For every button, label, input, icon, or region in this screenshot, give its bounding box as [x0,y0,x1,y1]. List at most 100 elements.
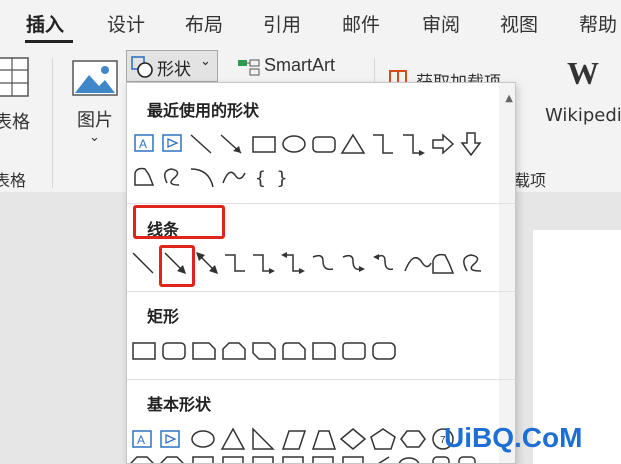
recent-shapes-row-1: A [134,132,482,157]
tab-review[interactable]: 审阅 [422,10,460,37]
rounded-rectangle-shape[interactable] [312,136,336,153]
frame-shape[interactable] [192,456,214,464]
wikipedia-icon: W [567,55,599,91]
svg-text:A: A [139,137,147,151]
line-double-arrow-shape[interactable] [196,252,218,274]
shapes-button[interactable]: 形状 ⌄ [126,50,218,82]
tab-insert[interactable]: 插入 [26,10,64,37]
chevron-down-icon: ⌄ [200,54,211,69]
active-tab-indicator [25,40,73,43]
right-arrow-shape[interactable] [432,133,455,155]
scroll-up-arrow-icon[interactable]: ▲ [505,93,513,104]
round-single-corner-rectangle-shape[interactable] [312,342,336,360]
round-diagonal-rectangle-shape[interactable] [372,342,396,360]
tab-references[interactable]: 引用 [263,10,301,37]
svg-text:A: A [137,433,145,447]
scribble-shape[interactable] [463,254,482,272]
braces-shape[interactable]: { } [255,168,288,189]
shapes-dropdown: ▲ 最近使用的形状 A { } 线条 矩形 基本形状 A 7 [126,82,516,464]
pentagon-shape[interactable] [370,428,396,450]
half-frame-shape[interactable] [222,456,244,464]
table-button-label[interactable]: 表格 [0,108,30,134]
elbow-arrow-connector-shape[interactable] [253,254,275,274]
ribbon-tab-bar: 插入 设计 布局 引用 邮件 审阅 视图 帮助 [0,0,621,46]
curved-double-arrow-connector-shape[interactable] [373,254,394,271]
snip-and-round-rectangle-shape[interactable] [282,342,306,360]
right-triangle-shape[interactable] [252,427,275,450]
elbow-arrow-connector-shape[interactable] [403,134,425,156]
curved-arrow-connector-shape[interactable] [342,254,365,272]
elbow-double-arrow-connector-shape[interactable] [281,252,305,274]
text-box-shape[interactable]: A [134,134,154,152]
snip-single-corner-rectangle-shape[interactable] [192,342,216,360]
vertical-text-box-shape[interactable] [162,134,182,152]
parallelogram-shape[interactable] [281,430,307,450]
decagon-shape[interactable] [160,456,184,464]
section-divider [127,291,515,292]
l-shape[interactable] [252,456,274,464]
diamond-shape[interactable] [339,428,367,450]
curve-shape[interactable] [404,256,432,272]
highlight-box-lines-title [133,205,225,239]
cube-shape[interactable] [312,456,334,464]
section-title-recent: 最近使用的形状 [147,101,260,120]
hexagon-shape[interactable] [400,430,426,448]
basic-shapes-row-1: A 7 [132,427,454,450]
diagonal-stripe-shape[interactable] [373,456,390,464]
line-shape[interactable] [132,252,154,274]
freeform-shape[interactable] [432,253,455,274]
chevron-down-icon[interactable]: ⌄ [89,130,100,145]
vertical-text-box-shape[interactable] [160,430,180,448]
site-watermark: UiBQ.CoM [444,422,583,453]
table-icon[interactable] [0,56,30,100]
can-shape[interactable] [432,456,450,464]
group-divider [52,58,53,188]
highlight-box-arrow-line [159,245,195,287]
oval-shape[interactable] [282,135,306,153]
tab-layout[interactable]: 布局 [185,10,223,37]
recent-shapes-row-2: { } [134,167,288,189]
section-title-rectangles: 矩形 [147,307,180,326]
rectangle-shape[interactable] [132,342,156,360]
basic-shapes-row-2 [130,456,476,464]
snip-diagonal-corner-rectangle-shape[interactable] [252,342,276,360]
line-shape[interactable] [190,134,212,154]
smartart-icon [238,59,260,76]
down-arrow-shape[interactable] [460,132,482,157]
plaque-shape[interactable] [282,456,304,464]
round-same-side-rectangle-shape[interactable] [342,342,366,360]
rectangles-row [132,342,396,360]
smiley-shape[interactable] [458,456,476,464]
picture-icon[interactable] [72,60,118,96]
arrow-line-shape[interactable] [220,134,242,154]
tab-help[interactable]: 帮助 [579,10,617,37]
dropdown-scrollbar[interactable]: ▲ [499,83,515,463]
section-title-basic-shapes: 基本形状 [147,395,212,414]
octagon-shape[interactable] [130,456,154,464]
tab-mailings[interactable]: 邮件 [342,10,380,37]
freeform-shape[interactable] [134,167,155,186]
table-group-label: 表格 [0,171,27,190]
trapezoid-shape[interactable] [311,430,337,450]
bevel-shape[interactable] [342,456,364,464]
oval-shape[interactable] [191,430,215,448]
picture-button-label[interactable]: 图片 [77,106,113,132]
arc-shape[interactable] [190,168,214,188]
wikipedia-button[interactable]: Wikipedia [545,105,621,126]
curve-shape[interactable] [222,171,246,184]
shapes-button-label: 形状 [157,60,191,80]
curved-connector-shape[interactable] [312,254,334,271]
donut-shape[interactable] [398,457,420,464]
elbow-connector-shape[interactable] [225,254,245,272]
rectangle-shape[interactable] [252,136,276,153]
tab-view[interactable]: 视图 [500,10,538,37]
elbow-connector-shape[interactable] [373,134,393,154]
text-box-shape[interactable]: A [132,430,152,448]
smartart-button[interactable]: SmartArt [264,55,335,76]
snip-same-side-corner-rectangle-shape[interactable] [222,342,246,360]
triangle-shape[interactable] [340,133,366,154]
tab-design[interactable]: 设计 [107,10,145,37]
triangle-shape[interactable] [220,427,246,450]
scribble-shape[interactable] [164,168,180,186]
rounded-rectangle-shape[interactable] [162,342,186,360]
